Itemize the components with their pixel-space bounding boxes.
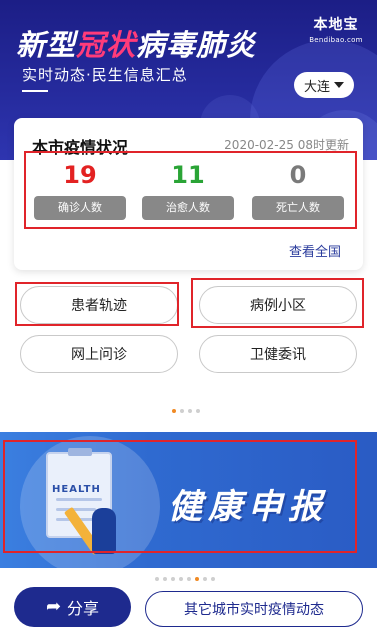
highlight-box <box>3 440 357 553</box>
other-cities-button[interactable]: 其它城市实时疫情动态 <box>145 591 363 627</box>
highlight-box <box>191 278 364 328</box>
city-selector[interactable]: 大连 <box>294 72 354 98</box>
carousel-indicator <box>172 409 200 413</box>
stat-confirmed-label: 确诊人数 <box>34 196 126 220</box>
logo-text-cn: 本地宝 <box>313 17 359 33</box>
page-title: 新型冠状病毒肺炎 <box>16 22 256 64</box>
share-arrow-icon: ➦ <box>45 596 62 617</box>
subtitle-underline <box>22 90 48 92</box>
highlight-box <box>15 282 179 326</box>
logo-text-en: Bendibao.com <box>309 36 363 44</box>
title-part2: 病毒肺炎 <box>136 28 257 62</box>
page: 新型冠状病毒肺炎 实时动态·民生信息汇总 本地宝 Bendibao.com 大连… <box>0 0 377 633</box>
stat-cured-value: 11 <box>171 161 205 189</box>
stat-deaths-label: 死亡人数 <box>252 196 344 220</box>
carousel-dot[interactable] <box>188 409 192 413</box>
title-part1: 新型 <box>16 28 77 62</box>
title-highlight: 冠状 <box>76 28 137 62</box>
share-button-label: 分享 <box>67 599 100 618</box>
bendibao-logo[interactable]: 本地宝 Bendibao.com <box>308 14 364 48</box>
caret-down-icon <box>334 82 344 88</box>
carousel-dot[interactable] <box>203 577 207 581</box>
view-national-link[interactable]: 查看全国 <box>289 241 341 260</box>
health-commission-news-button[interactable]: 卫健委讯 <box>199 335 357 373</box>
stat-cured: 11 治愈人数 <box>138 160 238 220</box>
stat-deaths-value: 0 <box>289 161 307 189</box>
stat-cured-label: 治愈人数 <box>142 196 234 220</box>
carousel-dot-active[interactable] <box>172 409 176 413</box>
page-subtitle: 实时动态·民生信息汇总 <box>22 66 188 84</box>
city-selector-label: 大连 <box>303 79 330 95</box>
carousel-dot[interactable] <box>180 409 184 413</box>
stat-confirmed: 19 确诊人数 <box>30 160 130 220</box>
carousel-dot[interactable] <box>187 577 191 581</box>
banner-carousel-indicator <box>155 577 215 581</box>
carousel-dot[interactable] <box>155 577 159 581</box>
carousel-dot[interactable] <box>179 577 183 581</box>
stat-deaths: 0 死亡人数 <box>248 160 348 220</box>
carousel-dot-active[interactable] <box>195 577 199 581</box>
carousel-dot[interactable] <box>171 577 175 581</box>
carousel-dot[interactable] <box>163 577 167 581</box>
carousel-dot[interactable] <box>211 577 215 581</box>
stat-confirmed-value: 19 <box>63 161 97 189</box>
share-button[interactable]: ➦ 分享 <box>14 587 131 627</box>
online-consultation-button[interactable]: 网上问诊 <box>20 335 178 373</box>
carousel-dot[interactable] <box>196 409 200 413</box>
